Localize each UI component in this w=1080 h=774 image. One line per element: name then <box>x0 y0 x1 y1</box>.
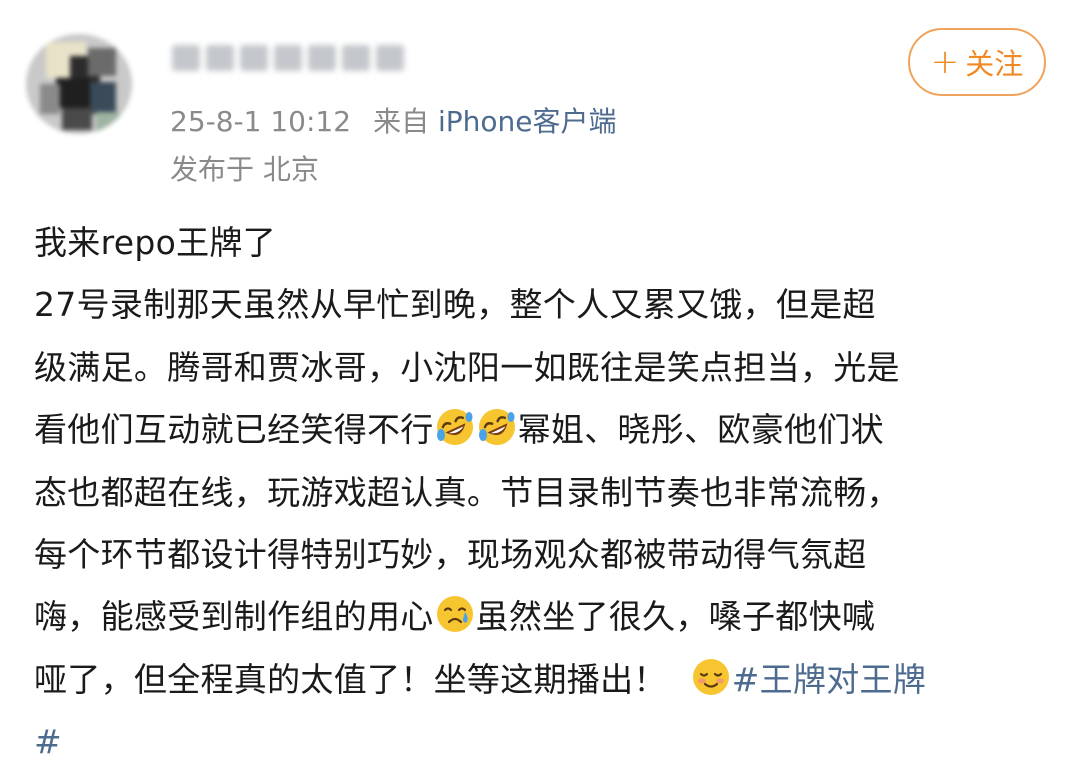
post-line: 级满足。腾哥和贾冰哥，小沈阳一如既往是笑点担当，光是 <box>34 347 900 387</box>
post-location: 发布于 北京 <box>170 153 319 186</box>
post-line: 看他们互动就已经笑得不行 幂姐、晓彤、欧豪他们状 <box>34 399 1054 461</box>
follow-button[interactable]: + 关注 <box>908 28 1046 96</box>
hashtag-link-end[interactable]: # <box>34 722 62 761</box>
weibo-post: 25-8-1 10:12 来自 iPhone客户端 发布于 北京 + 关注 我来r… <box>0 0 1080 761</box>
post-content: 我来repo王牌了 27号录制那天虽然从早忙到晚，整个人又累又饿，但是超 级满足… <box>34 212 1054 774</box>
post-text: 嗨，能感受到制作组的用心 <box>34 597 434 637</box>
post-text: 看他们互动就已经笑得不行 <box>34 410 434 450</box>
source-client: iPhone客户端 <box>437 105 617 138</box>
post-line: 我来repo王牌了 <box>34 223 276 262</box>
plus-icon: + <box>930 42 960 82</box>
smiling-blush-emoji <box>692 658 729 695</box>
post-meta: 25-8-1 10:12 来自 iPhone客户端 <box>170 104 617 140</box>
rofl-emoji <box>478 409 515 446</box>
post-text: 虽然坐了很久，嗓子都快喊 <box>475 597 876 637</box>
post-line: 哑了，但全程真的太值了！坐等这期播出！ #王牌对王牌 <box>34 649 1054 711</box>
avatar[interactable] <box>26 34 132 134</box>
post-line: 每个环节都设计得特别巧妙，现场观众都被带动得气氛超 <box>34 534 867 574</box>
post-line: 27号录制那天虽然从早忙到晚，整个人又累又饿，但是超 <box>34 285 876 325</box>
post-line: 嗨，能感受到制作组的用心 虽然坐了很久，嗓子都快喊 <box>34 586 1054 648</box>
source-prefix: 来自 <box>373 105 430 138</box>
post-text: 幂姐、晓彤、欧豪他们状 <box>517 410 884 450</box>
post-timestamp: 25-8-1 10:12 <box>170 105 352 138</box>
post-line: 态也都超在线，玩游戏超认真。节目录制节奏也非常流畅， <box>34 472 900 512</box>
rofl-emoji <box>436 409 473 446</box>
post-text: 哑了，但全程真的太值了！坐等这期播出！ <box>34 659 667 699</box>
tearful-smile-emoji <box>436 596 473 633</box>
hashtag-link[interactable]: #王牌对王牌 <box>732 660 926 699</box>
post-line: # <box>34 711 1054 773</box>
username-obscured[interactable] <box>172 36 408 80</box>
follow-label: 关注 <box>965 47 1024 81</box>
